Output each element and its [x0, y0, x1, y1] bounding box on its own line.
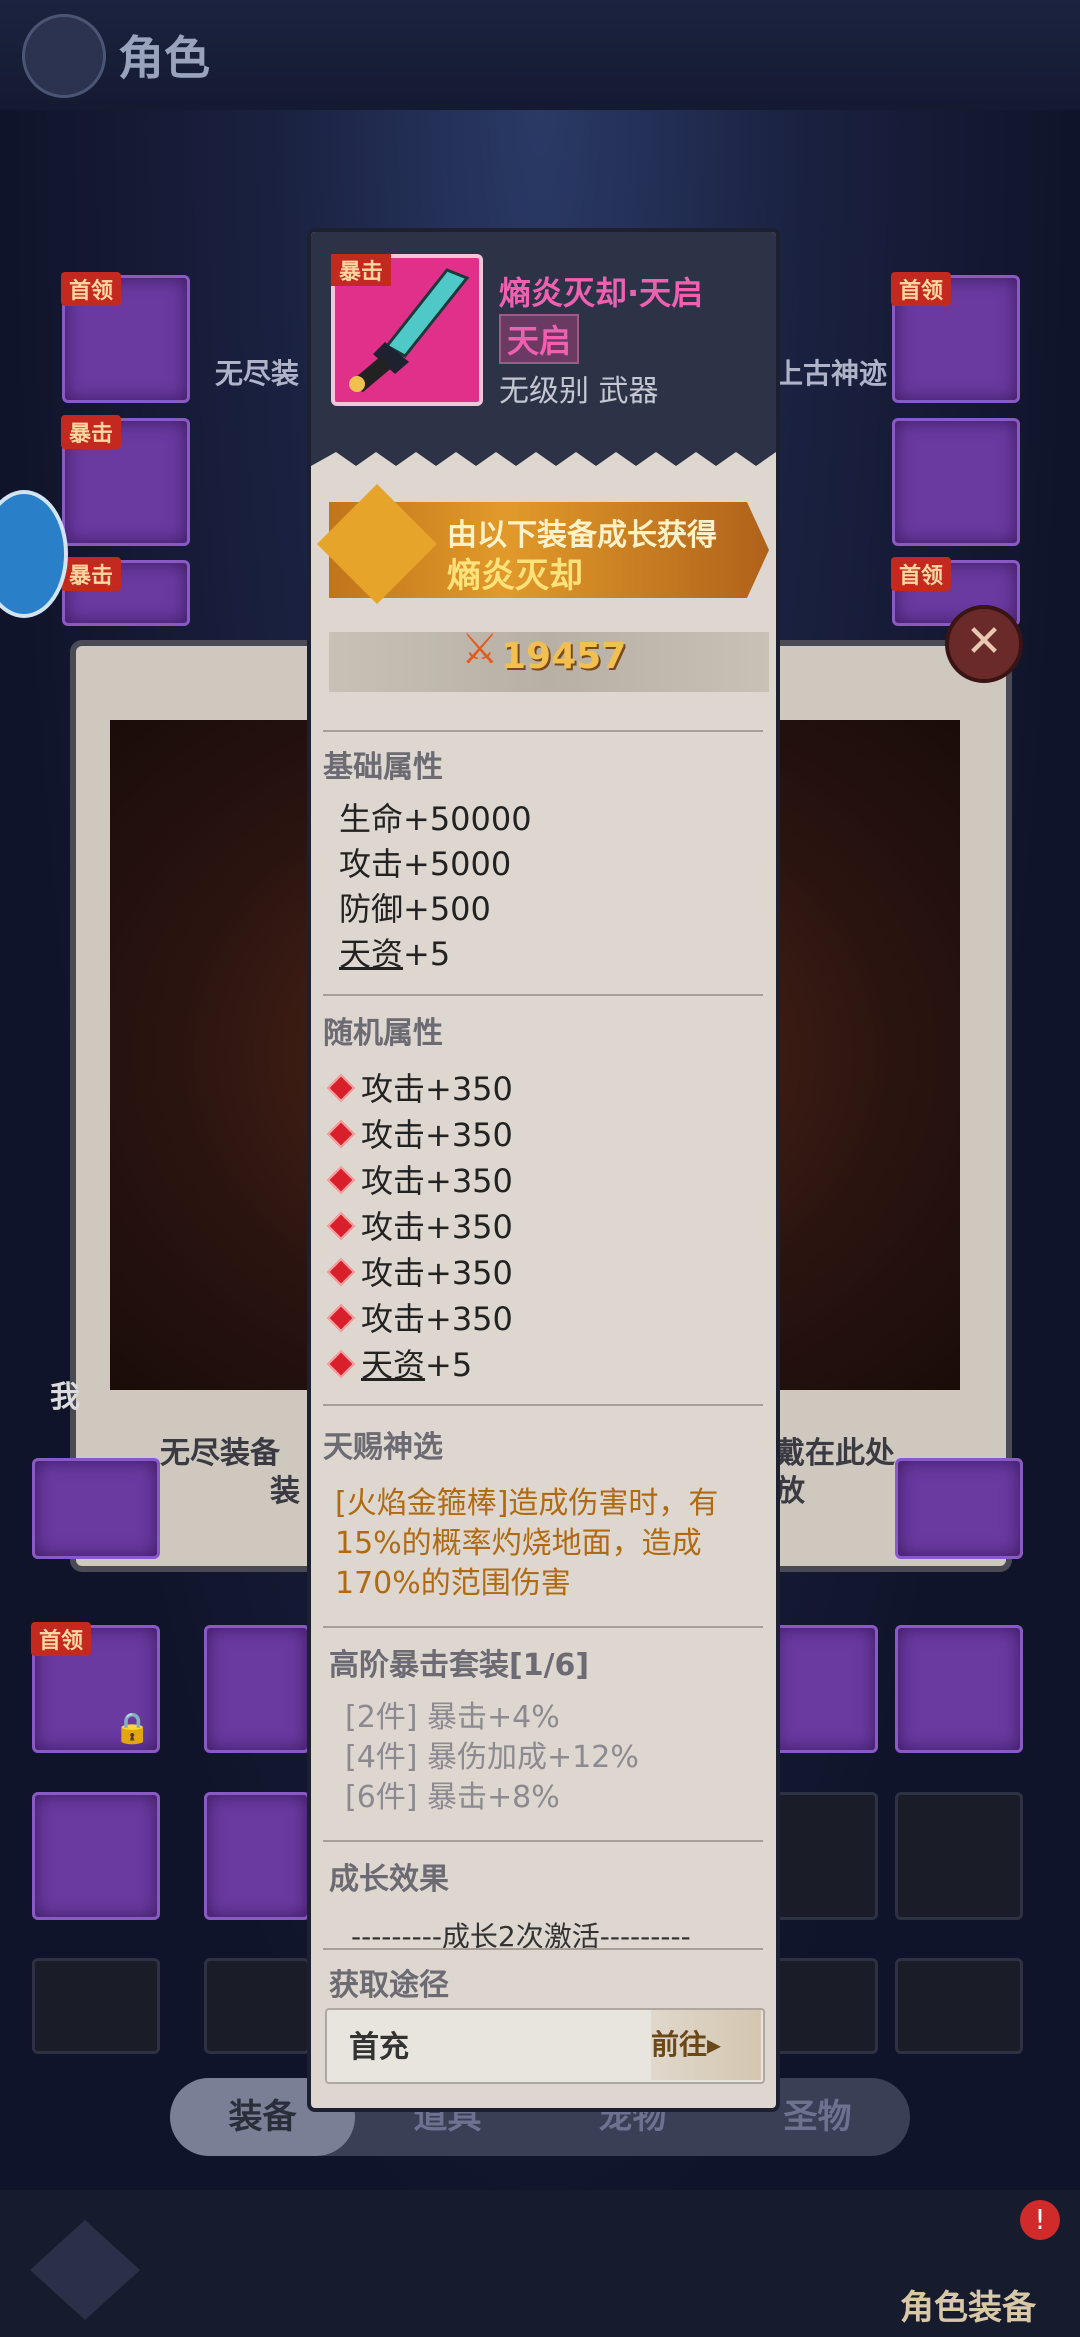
role-icon	[22, 14, 106, 98]
equip-slot[interactable]: 首领	[61, 272, 190, 403]
role-equipment-button[interactable]: ! 角色装备	[890, 2200, 1070, 2330]
talent-label[interactable]: 天资	[361, 1346, 425, 1384]
item-tooltip: 暴击 熵炎灭却·天启 天启 无级别 武器 由以下装备成长获得 熵炎灭却 ⚔ 19…	[307, 228, 780, 2112]
random-stat: 攻击+350	[325, 1064, 513, 1110]
base-stat: 防御+500	[339, 890, 491, 928]
page-title: 角色	[118, 31, 210, 85]
diamond-icon	[326, 1073, 356, 1103]
random-stat: 攻击+350	[325, 1294, 513, 1340]
notification-badge: !	[1020, 2200, 1060, 2240]
divider	[323, 1626, 763, 1628]
equip-slot[interactable]: 暴击	[61, 415, 190, 546]
talent-label[interactable]: 天资	[339, 935, 403, 973]
power-value: 19457	[501, 636, 627, 677]
divider	[323, 1840, 763, 1842]
divider	[323, 1404, 763, 1406]
divider	[323, 1948, 763, 1950]
slot-tag: 首领	[61, 272, 122, 306]
panel-hint-left-2: 装	[270, 1474, 300, 1509]
inventory-slot-empty[interactable]	[772, 1792, 878, 1920]
diamond-icon	[326, 1303, 356, 1333]
item-name: 熵炎灭却·天启	[499, 274, 704, 312]
set-bonus: [6件] 暴击+8%	[345, 1780, 560, 1815]
set-bonus: [2件] 暴击+4%	[345, 1700, 560, 1735]
random-stat-talent: 天资+5	[325, 1340, 472, 1386]
crit-tag: 暴击	[331, 254, 392, 286]
slot-tag: 首领	[891, 557, 952, 591]
header-zigzag-edge	[311, 446, 776, 466]
inventory-slot[interactable]: 首领 🔒	[31, 1622, 160, 1753]
section-title-random: 随机属性	[323, 1016, 443, 1051]
role-equipment-label: 角色装备	[900, 2288, 1036, 2328]
inventory-slot[interactable]	[204, 1625, 310, 1753]
side-label-ancient[interactable]: 上古神迹	[775, 352, 887, 392]
inventory-slot[interactable]	[772, 1625, 878, 1753]
obtain-title: 获取途径	[329, 1968, 449, 2003]
inventory-slot-empty[interactable]	[772, 1958, 878, 2054]
slot-tag: 暴击	[61, 415, 122, 449]
diamond-icon	[326, 1349, 356, 1379]
growth-title: 成长效果	[329, 1862, 449, 1897]
goto-button[interactable]: 前往▸	[651, 2010, 761, 2080]
inventory-slot[interactable]	[32, 1792, 160, 1920]
inventory-slot[interactable]	[204, 1792, 310, 1920]
diamond-icon	[326, 1119, 356, 1149]
inventory-slot-empty[interactable]	[32, 1958, 160, 2054]
lock-icon: 🔒	[113, 1711, 151, 1746]
source-item-name: 熵炎灭却	[447, 556, 583, 596]
slot-tag: 首领	[31, 1622, 92, 1656]
inventory-slot[interactable]	[32, 1458, 160, 1559]
base-stat-talent: 天资+5	[339, 929, 450, 975]
slot-tag: 暴击	[61, 557, 122, 591]
equip-slot[interactable]	[892, 418, 1020, 546]
inventory-slot-empty[interactable]	[204, 1958, 310, 2054]
power-icon: ⚔	[461, 624, 499, 673]
section-title-skill: 天赐神选	[323, 1430, 443, 1465]
close-icon[interactable]: ✕	[945, 605, 1023, 683]
equip-slot[interactable]: 暴击	[61, 557, 190, 626]
talent-value: +5	[403, 935, 451, 973]
side-label-endless[interactable]: 无尽装	[215, 352, 299, 392]
random-stat: 攻击+350	[325, 1110, 513, 1156]
inventory-slot-empty[interactable]	[895, 1792, 1023, 1920]
random-stat: 攻击+350	[325, 1156, 513, 1202]
inventory-slot-empty[interactable]	[895, 1958, 1023, 2054]
panel-hint-left: 无尽装备	[160, 1436, 280, 1471]
obtain-source-label: 首充	[349, 2030, 409, 2065]
equip-slot[interactable]: 首领	[891, 272, 1020, 403]
skill-description: [火焰金箍棒]造成伤害时，有15%的概率灼烧地面，造成170%的范围伤害	[335, 1486, 719, 1601]
random-stat: 攻击+350	[325, 1248, 513, 1294]
diamond-icon	[326, 1211, 356, 1241]
set-bonus: [4件] 暴伤加成+12%	[345, 1740, 639, 1775]
base-stat: 生命+50000	[339, 800, 532, 838]
item-type: 无级别 武器	[499, 374, 659, 409]
divider	[323, 730, 763, 732]
item-tier-badge: 天启	[499, 314, 580, 364]
panel-partial-text: 我	[50, 1380, 80, 1415]
section-title-base: 基础属性	[323, 750, 443, 785]
inventory-slot[interactable]	[895, 1458, 1023, 1559]
random-stat: 攻击+350	[325, 1202, 513, 1248]
diamond-icon	[326, 1257, 356, 1287]
divider	[323, 994, 763, 996]
slot-tag: 首领	[891, 272, 952, 306]
set-title: 高阶暴击套装[1/6]	[329, 1648, 590, 1683]
diamond-icon	[326, 1165, 356, 1195]
inventory-slot[interactable]	[895, 1625, 1023, 1753]
base-stat: 攻击+5000	[339, 845, 512, 883]
